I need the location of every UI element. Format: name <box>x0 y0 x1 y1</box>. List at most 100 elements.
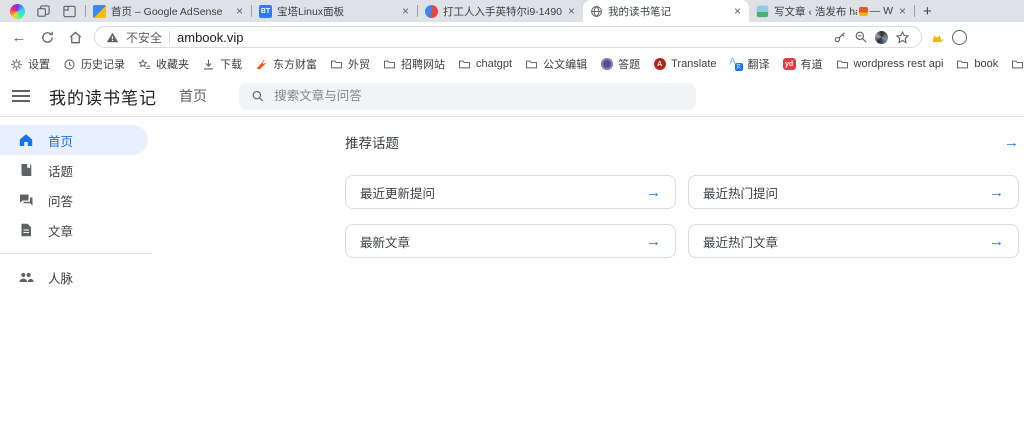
nav-home-link[interactable]: 首页 <box>179 86 207 106</box>
bookmark-folder-jobs[interactable]: 招聘网站 <box>383 56 445 72</box>
vertical-tabs-icon[interactable] <box>62 4 77 19</box>
tab-reading-notes-active[interactable]: 我的读书笔记 × <box>583 0 749 22</box>
search-box[interactable] <box>239 83 696 110</box>
sidebar-item-label: 首页 <box>48 131 73 150</box>
refresh-button[interactable] <box>34 24 60 50</box>
close-icon[interactable]: × <box>733 5 742 17</box>
bookmark-folder-book[interactable]: book <box>956 58 998 71</box>
card-hot-articles[interactable]: 最近热门文章 → <box>688 224 1019 258</box>
pet-extension-icon[interactable] <box>924 25 950 49</box>
bookmark-history[interactable]: 历史记录 <box>63 56 125 72</box>
not-secure-warning-icon[interactable] <box>106 31 119 44</box>
arrow-right-icon[interactable]: → <box>989 185 1004 200</box>
security-label: 不安全 <box>126 29 162 46</box>
image-favicon <box>756 5 769 18</box>
menu-hamburger-icon[interactable] <box>12 90 30 102</box>
sidebar-item-topics[interactable]: 话题 <box>0 155 152 185</box>
emoji-blob-icon <box>859 7 868 16</box>
tab-title-text: 写文章 ‹ 浩发布 haopress <box>774 4 857 19</box>
card-recent-questions[interactable]: 最近更新提问 → <box>345 175 676 209</box>
sidebar-divider <box>0 253 152 254</box>
arrow-right-icon[interactable]: → <box>989 234 1004 249</box>
tab-title: 打工人入手英特尔i9-14900K，值 <box>443 4 562 19</box>
bookmark-label: book <box>974 58 998 70</box>
colorful-favicon <box>425 5 438 18</box>
close-icon[interactable]: × <box>567 5 576 17</box>
bookmark-downloads[interactable]: 下载 <box>202 56 242 72</box>
bookmark-label: 设置 <box>28 56 50 72</box>
browser-toolbar: ← 不安全 ambook.vip <box>0 22 1024 52</box>
tab-write-article[interactable]: 写文章 ‹ 浩发布 haopress — W × <box>749 0 914 22</box>
address-bar[interactable]: 不安全 ambook.vip <box>94 26 922 48</box>
profile-sphere-icon[interactable] <box>10 4 25 19</box>
tab-title: 写文章 ‹ 浩发布 haopress — W <box>774 4 893 19</box>
folder-icon <box>330 58 343 71</box>
edge-partial-icon[interactable] <box>952 30 967 45</box>
home-button[interactable] <box>62 24 88 50</box>
sidebar-item-people[interactable]: 人脉 <box>0 262 152 292</box>
sidebar-item-qa[interactable]: 问答 <box>0 185 152 215</box>
sidebar-item-articles[interactable]: 文章 <box>0 215 152 245</box>
youdao-icon: yd <box>783 58 796 71</box>
bookmark-folder-chatgpt[interactable]: chatgpt <box>458 58 512 71</box>
section-arrow-icon[interactable]: → <box>1004 135 1019 150</box>
gear-icon <box>10 58 23 71</box>
close-icon[interactable]: × <box>898 5 907 17</box>
sidebar: 首页 话题 问答 文章 人脉 <box>0 117 152 422</box>
close-icon[interactable]: × <box>401 5 410 17</box>
search-input[interactable] <box>274 89 684 103</box>
bookmark-eastmoney[interactable]: 东方财富 <box>255 56 317 72</box>
tab-intel-article[interactable]: 打工人入手英特尔i9-14900K，值 × <box>418 0 583 22</box>
folder-icon <box>956 58 969 71</box>
bookmark-youdao[interactable]: yd 有道 <box>783 56 823 72</box>
bookmark-folder-bili[interactable]: bili fan <box>1011 58 1024 71</box>
history-clock-icon <box>63 58 76 71</box>
sidebar-item-label: 人脉 <box>48 268 73 287</box>
extension-swirl-icon[interactable] <box>875 31 888 44</box>
password-key-icon[interactable] <box>833 30 847 44</box>
bookmark-folder-waimao[interactable]: 外贸 <box>330 56 370 72</box>
card-label: 最近热门文章 <box>703 232 778 251</box>
arrow-right-icon[interactable]: → <box>646 234 661 249</box>
sidebar-item-label: 问答 <box>48 191 73 210</box>
zoom-out-icon[interactable] <box>854 30 868 44</box>
section-header: 推荐话题 → <box>345 132 1019 152</box>
bookmark-label: 答题 <box>618 56 640 72</box>
sidebar-item-home[interactable]: 首页 <box>0 125 148 155</box>
arrow-right-icon[interactable]: → <box>646 185 661 200</box>
new-tab-button[interactable]: + <box>915 3 940 20</box>
back-button[interactable]: ← <box>6 24 32 50</box>
bookmark-folder-gongwen[interactable]: 公文编辑 <box>525 56 587 72</box>
globe-favicon <box>590 5 603 18</box>
bookmark-dati[interactable]: 答题 <box>600 56 640 72</box>
search-icon <box>251 89 264 103</box>
bookmark-label: 有道 <box>801 56 823 72</box>
bookmark-label: 招聘网站 <box>401 56 445 72</box>
card-label: 最新文章 <box>360 232 410 251</box>
workspaces-icon[interactable] <box>36 4 51 19</box>
star-list-icon <box>138 58 151 71</box>
bookmark-favorites[interactable]: 收藏夹 <box>138 56 189 72</box>
bookmark-label: chatgpt <box>476 58 512 70</box>
chat-bubbles-icon <box>18 192 34 208</box>
folder-icon <box>836 58 849 71</box>
bookmark-fanyi[interactable]: A文翻译 <box>730 56 770 72</box>
close-icon[interactable]: × <box>235 5 244 17</box>
page-header: 我的读书笔记 首页 <box>0 76 1024 117</box>
bookmark-translate[interactable]: ATranslate <box>653 58 716 71</box>
card-hot-questions[interactable]: 最近热门提问 → <box>688 175 1019 209</box>
card-new-articles[interactable]: 最新文章 → <box>345 224 676 258</box>
tab-strip: 首页 – Google AdSense × BT 宝塔Linux面板 × 打工人… <box>0 0 1024 22</box>
purple-badge-icon <box>600 58 613 71</box>
bookmark-settings[interactable]: 设置 <box>10 56 50 72</box>
tab-google-adsense[interactable]: 首页 – Google AdSense × <box>86 0 251 22</box>
tab-bt-panel[interactable]: BT 宝塔Linux面板 × <box>252 0 417 22</box>
favorite-star-icon[interactable] <box>895 30 910 45</box>
card-label: 最近热门提问 <box>703 183 778 202</box>
bookmark-label: 外贸 <box>348 56 370 72</box>
bookmark-folder-wp-api[interactable]: wordpress rest api <box>836 58 944 71</box>
card-grid: 最近更新提问 → 最近热门提问 → 最新文章 → 最近热门文章 → <box>345 175 1019 258</box>
url-text: ambook.vip <box>177 30 826 45</box>
page-title[interactable]: 我的读书笔记 <box>49 84 157 109</box>
people-icon <box>18 269 34 285</box>
